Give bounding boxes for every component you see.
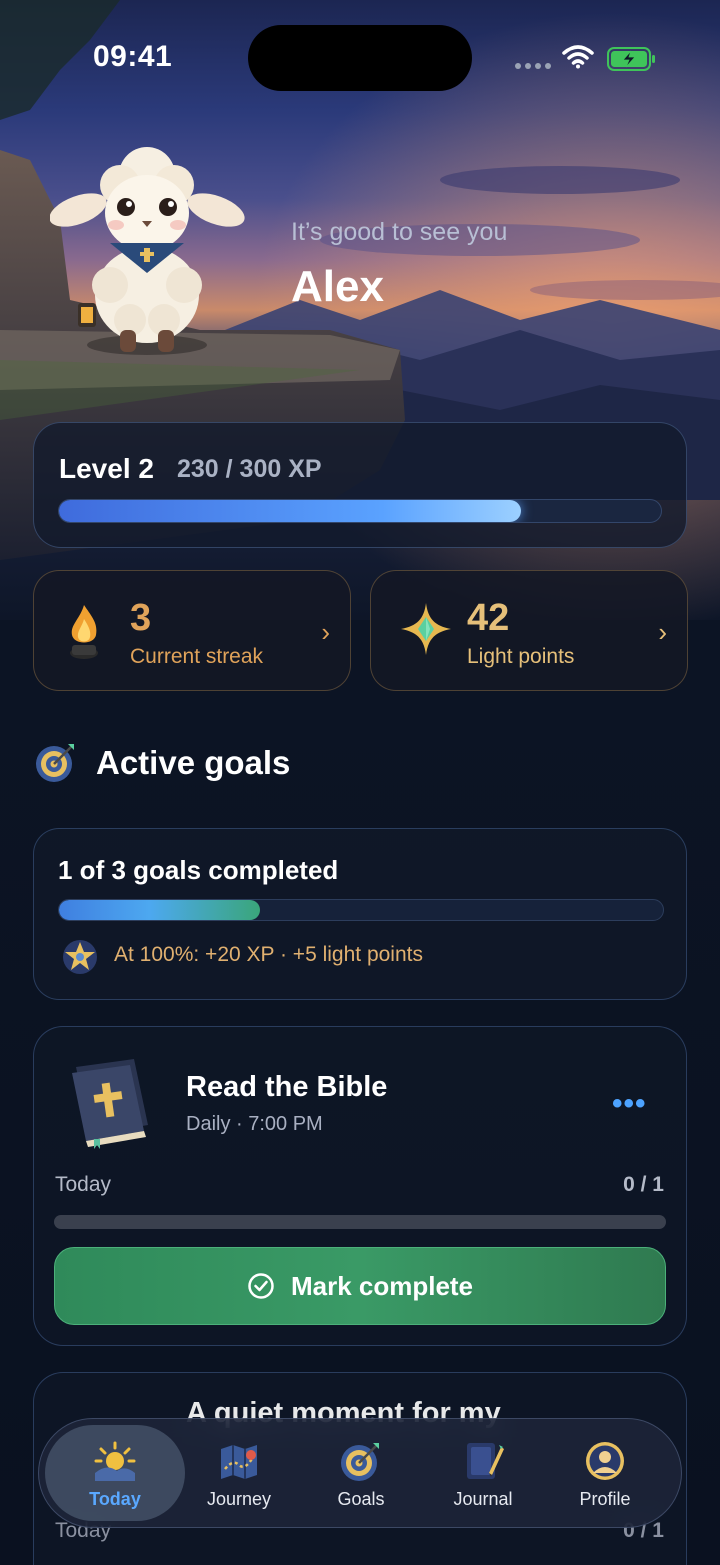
- level-card[interactable]: Level 2 230 / 300 XP: [33, 422, 687, 548]
- target-icon: [36, 744, 74, 782]
- goal-schedule: Daily · 7:00 PM: [186, 1113, 323, 1135]
- bible-icon: [72, 1059, 148, 1149]
- tab-label: Today: [89, 1489, 141, 1509]
- goals-reward-text: At 100%: +20 XP · +5 light points: [114, 943, 423, 966]
- level-progress-fill: [59, 500, 521, 522]
- goals-progress-fill: [59, 900, 261, 920]
- mark-complete-label: Mark complete: [290, 1270, 474, 1301]
- section-title: Active goals: [96, 744, 291, 781]
- goals-progress-bar: [58, 899, 664, 921]
- tab-label: Goals: [337, 1489, 385, 1509]
- tab-profile[interactable]: Profile: [535, 1425, 675, 1521]
- map-icon: [221, 1445, 257, 1479]
- goals-summary-card: 1 of 3 goals completed At 100%: +20 XP ·…: [33, 828, 687, 1000]
- greeting-subtitle: It’s good to see you: [291, 218, 508, 246]
- goal-title: Read the Bible: [186, 1071, 388, 1103]
- tab-today[interactable]: Today: [45, 1425, 185, 1521]
- mark-complete-button[interactable]: Mark complete: [54, 1247, 666, 1325]
- target-icon: [341, 1443, 379, 1481]
- dynamic-island: [248, 25, 472, 91]
- journal-icon: [467, 1443, 504, 1479]
- light-points-label: Light points: [467, 645, 575, 668]
- streak-value: 3: [130, 597, 152, 639]
- profile-icon: [586, 1442, 624, 1480]
- tab-label: Journal: [453, 1489, 513, 1509]
- sparkle-gem-icon: [401, 603, 451, 655]
- lamb-mascot-icon: [50, 147, 245, 355]
- user-name: Alex: [291, 262, 384, 311]
- sunrise-icon: [94, 1441, 136, 1481]
- tab-journey[interactable]: Journey: [169, 1425, 309, 1521]
- goal-progress-bar: [54, 1215, 666, 1229]
- light-points-value: 42: [467, 597, 510, 639]
- chevron-right-icon: ›: [321, 617, 330, 647]
- status-time: 09:41: [93, 40, 173, 73]
- level-progress-bar: [58, 499, 662, 523]
- tab-bar: Today Journey Goals Journal Profile: [38, 1418, 682, 1528]
- goals-summary-title: 1 of 3 goals completed: [58, 855, 339, 885]
- more-options-icon[interactable]: •••: [612, 1087, 647, 1121]
- tab-journal[interactable]: Journal: [413, 1425, 553, 1521]
- goal-count: 0 / 1: [623, 1173, 664, 1196]
- chevron-right-icon: ›: [658, 617, 667, 647]
- streak-card[interactable]: 3 Current streak ›: [33, 570, 351, 691]
- tab-goals[interactable]: Goals: [291, 1425, 431, 1521]
- tab-label: Profile: [579, 1489, 631, 1509]
- star-badge-icon: [63, 940, 97, 974]
- screen: 09:41 It’s good to see you Alex Level 2 …: [0, 0, 720, 1565]
- level-label: Level 2: [59, 453, 154, 484]
- streak-label: Current streak: [130, 645, 264, 668]
- level-xp: 230 / 300 XP: [177, 455, 322, 483]
- battery-charging-icon: [607, 47, 655, 71]
- goal-period: Today: [55, 1173, 112, 1196]
- flame-icon: [70, 605, 98, 659]
- wifi-icon: [562, 45, 594, 69]
- light-points-card[interactable]: 42 Light points ›: [370, 570, 688, 691]
- goal-card[interactable]: Read the Bible Daily · 7:00 PM ••• Today…: [33, 1026, 687, 1346]
- tab-label: Journey: [206, 1489, 272, 1509]
- cellular-signal-icon: [515, 63, 551, 69]
- check-circle-icon: [248, 1273, 274, 1299]
